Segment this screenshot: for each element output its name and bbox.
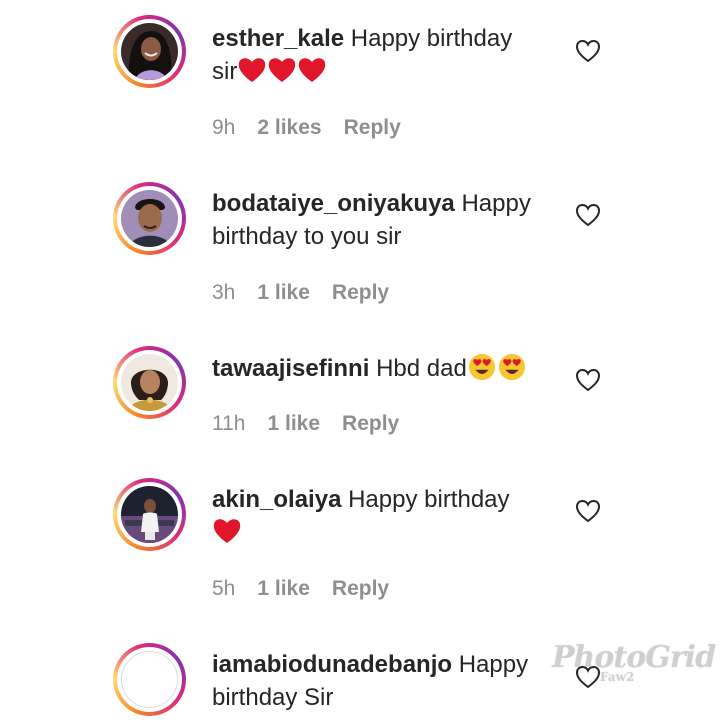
comment-time: 5h [212,577,236,600]
avatar [121,651,178,708]
comment-meta: 11h 1 like Reply [212,412,399,436]
avatar [121,486,178,543]
comment-username[interactable]: esther_kale [212,25,344,52]
comment-body: Hbd dad [376,355,467,382]
emoji-group [212,519,242,546]
red-heart-emoji [299,58,326,82]
heart-outline-icon[interactable] [575,202,601,228]
emoji-group [237,58,327,85]
heart-eyes-emoji [468,353,495,381]
comment-likes[interactable]: 2 likes [257,116,321,140]
comment-meta: 5h 1 like Reply [212,577,389,601]
heart-outline-icon[interactable] [575,367,601,393]
comment-likes[interactable]: 1 like [267,412,320,436]
reply-button[interactable]: Reply [342,412,399,436]
heart-eyes-emoji [498,353,525,381]
comment-text: akin_olaiya Happy birthday [212,483,542,549]
comment-meta: 3h 1 like Reply [212,281,389,305]
avatar-story-ring[interactable] [113,182,186,255]
comment-time: 11h [212,412,246,435]
comment-text: bodataiye_oniyakuya Happy birthday to yo… [212,187,542,253]
avatar [121,190,178,247]
avatar-story-ring[interactable] [113,478,186,551]
heart-outline-icon[interactable] [575,498,601,524]
comment-meta: 9h 2 likes Reply [212,116,401,140]
comment-likes[interactable]: 1 like [257,281,310,305]
comment-text: iamabiodunadebanjo Happy birthday Sir [212,648,542,714]
comment-body: Happy birthday [348,486,510,513]
reply-button[interactable]: Reply [344,116,401,140]
comment-username[interactable]: bodataiye_oniyakuya [212,190,455,217]
red-heart-emoji [213,519,241,543]
avatar-story-ring[interactable] [113,346,186,419]
reply-button[interactable]: Reply [332,577,389,601]
comment-username[interactable]: iamabiodunadebanjo [212,651,452,678]
red-heart-emoji [239,58,266,82]
avatar [121,354,178,411]
watermark-sub: Faw2 [600,670,635,684]
comment-text: esther_kale Happy birthday sir [212,22,542,88]
comment-time: 9h [212,116,236,139]
red-heart-emoji [269,58,296,82]
reply-button[interactable]: Reply [332,281,389,305]
comment-username[interactable]: akin_olaiya [212,486,341,513]
avatar-story-ring[interactable] [113,15,186,88]
photogrid-watermark: PhotoGrid Faw2 [552,640,716,690]
avatar [121,23,178,80]
heart-outline-icon[interactable] [575,38,601,64]
avatar-story-ring[interactable] [113,643,186,716]
comment-likes[interactable]: 1 like [257,577,310,601]
comments-list: esther_kale Happy birthday sir 9h 2 like… [0,0,720,720]
emoji-group [467,353,527,382]
comment-time: 3h [212,281,236,304]
comment-text: tawaajisefinni Hbd dad [212,352,542,385]
comment-username[interactable]: tawaajisefinni [212,355,369,382]
